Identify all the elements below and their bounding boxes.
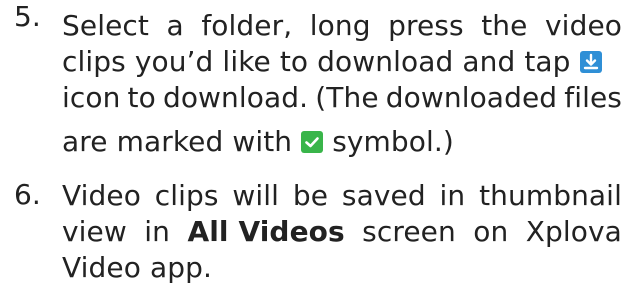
word: in bbox=[144, 215, 171, 248]
text-line: are marked with symbol.) bbox=[62, 124, 622, 160]
word: on bbox=[473, 215, 509, 248]
word: clips bbox=[154, 179, 219, 212]
word: view bbox=[62, 215, 127, 248]
text-line: Video app. bbox=[62, 250, 622, 286]
text-segment: symbol.) bbox=[332, 125, 454, 158]
all-videos-label: All Videos bbox=[187, 215, 345, 248]
download-icon bbox=[579, 51, 602, 73]
text-line: icon to download. (The downloaded files bbox=[62, 80, 622, 116]
step-text: Select a folder, long press the video cl… bbox=[62, 8, 622, 160]
word: press bbox=[388, 9, 464, 42]
word: long bbox=[309, 9, 371, 42]
step-text: Video clips will be saved in thumbnail v… bbox=[62, 178, 622, 286]
word: (The bbox=[315, 81, 379, 114]
word: files bbox=[564, 81, 622, 114]
word: be bbox=[292, 179, 329, 212]
instruction-list: 5. Select a folder, long press the video… bbox=[14, 0, 622, 286]
word: downloaded bbox=[385, 81, 558, 114]
word: to bbox=[127, 81, 156, 114]
word: screen bbox=[362, 215, 456, 248]
word: the bbox=[481, 9, 528, 42]
text-segment: clips you’d like to download and tap bbox=[62, 45, 571, 78]
word: will bbox=[232, 179, 280, 212]
text-segment: Video app. bbox=[62, 251, 212, 284]
word: Select bbox=[62, 9, 149, 42]
step-6: 6. Video clips will be saved in thumbnai… bbox=[14, 178, 622, 286]
word: Xplova bbox=[525, 215, 622, 248]
word: thumbnail bbox=[479, 179, 622, 212]
word: Video bbox=[62, 179, 141, 212]
checkmark-icon bbox=[301, 131, 324, 153]
text-line: Select a folder, long press the video bbox=[62, 8, 622, 44]
text-line: view in All Videos screen on Xplova bbox=[62, 214, 622, 250]
step-5: 5. Select a folder, long press the video… bbox=[14, 0, 622, 160]
word: folder, bbox=[201, 9, 293, 42]
word: saved bbox=[341, 179, 426, 212]
word: a bbox=[166, 9, 184, 42]
word: video bbox=[545, 9, 622, 42]
word: in bbox=[439, 179, 466, 212]
step-number: 5. bbox=[14, 0, 41, 33]
word: download. bbox=[162, 81, 309, 114]
word: icon bbox=[62, 81, 121, 114]
text-line: Video clips will be saved in thumbnail bbox=[62, 178, 622, 214]
step-number: 6. bbox=[14, 178, 41, 211]
text-line: clips you’d like to download and tap bbox=[62, 44, 622, 80]
text-segment: are marked with bbox=[62, 125, 293, 158]
